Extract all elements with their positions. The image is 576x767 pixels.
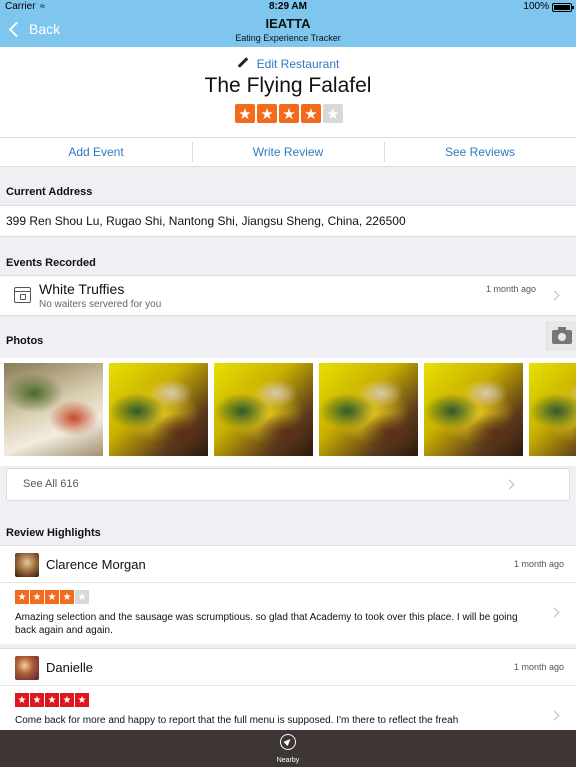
add-event-button[interactable]: Add Event — [0, 138, 192, 166]
restaurant-name: The Flying Falafel — [204, 74, 372, 97]
photo-thumbnail[interactable] — [424, 363, 523, 456]
address-row: 399 Ren Shou Lu, Rugao Shi, Nantong Shi,… — [0, 205, 576, 237]
review-text: Amazing selection and the sausage was sc… — [15, 612, 518, 636]
section-title-current-address: Current Address — [6, 186, 93, 198]
photo-thumbnail[interactable] — [214, 363, 313, 456]
app-subtitle: Eating Experience Tracker — [235, 33, 341, 43]
review-author-row[interactable]: Danielle 1 month ago — [0, 648, 576, 686]
camera-lens-icon — [558, 333, 566, 341]
event-row[interactable]: White Truffies No waiters servered for y… — [0, 275, 576, 316]
event-title: White Truffies — [39, 281, 125, 297]
see-all-photos-button[interactable]: See All 616 — [6, 468, 570, 501]
star-filled-icon: ★ — [75, 693, 89, 707]
pencil-icon — [237, 57, 248, 69]
see-reviews-button[interactable]: See Reviews — [384, 138, 576, 166]
reviewer-name: Danielle — [46, 660, 93, 675]
see-all-photos-label: See All 616 — [23, 478, 79, 490]
star-filled-icon: ★ — [30, 693, 44, 707]
restaurant-header: Edit Restaurant The Flying Falafel ★ ★ ★ ★ ★ — [0, 47, 576, 137]
star-filled-icon: ★ — [257, 104, 277, 123]
write-review-button[interactable]: Write Review — [192, 138, 384, 166]
reviewer-name: Clarence Morgan — [46, 557, 146, 572]
photo-thumbnail[interactable] — [4, 363, 103, 456]
star-filled-icon: ★ — [45, 693, 59, 707]
section-title-review-highlights: Review Highlights — [6, 527, 101, 539]
chevron-right-icon — [504, 479, 515, 490]
battery-icon — [552, 3, 574, 12]
review-text: Come back for more and happy to report t… — [15, 715, 459, 726]
tab-nearby[interactable]: Nearby — [0, 734, 576, 764]
avatar — [15, 553, 39, 577]
review-time: 1 month ago — [513, 559, 564, 569]
event-subtitle: No waiters servered for you — [39, 299, 162, 310]
review-rating: ★ ★ ★ ★ ★ — [15, 590, 89, 604]
star-filled-icon: ★ — [60, 590, 74, 604]
chevron-right-icon — [549, 710, 560, 721]
restaurant-rating: ★ ★ ★ ★ ★ — [235, 104, 343, 123]
navigation-bar: Carrier ≈ 8:29 AM 100% Back IEATTA Eatin… — [0, 0, 576, 47]
chevron-right-icon — [549, 607, 560, 618]
chevron-right-icon — [549, 290, 560, 301]
app-title: IEATTA — [265, 16, 311, 31]
star-filled-icon: ★ — [15, 590, 29, 604]
section-title-photos: Photos — [6, 335, 44, 347]
review-rating: ★ ★ ★ ★ ★ — [15, 693, 89, 707]
clock: 8:29 AM — [269, 1, 307, 12]
add-photo-button[interactable] — [546, 321, 576, 351]
review-time: 1 month ago — [513, 662, 564, 672]
photo-thumbnail[interactable] — [109, 363, 208, 456]
star-empty-icon: ★ — [323, 104, 343, 123]
calendar-icon — [14, 287, 31, 303]
star-filled-icon: ★ — [45, 590, 59, 604]
photo-thumbnail[interactable] — [529, 363, 576, 456]
tab-nearby-label: Nearby — [276, 757, 300, 764]
edit-restaurant-label: Edit Restaurant — [256, 57, 340, 71]
star-filled-icon: ★ — [15, 693, 29, 707]
star-filled-icon: ★ — [30, 590, 44, 604]
review-item[interactable]: ★ ★ ★ ★ ★ Come back for more and happy to re… — [0, 686, 576, 730]
edit-restaurant-link[interactable]: Edit Restaurant — [0, 57, 576, 71]
tab-bar: Nearby — [0, 730, 576, 767]
review-item[interactable]: ★ ★ ★ ★ ★ Amazing selection and the sausage … — [0, 583, 576, 644]
review-author-row[interactable]: Clarence Morgan 1 month ago — [0, 545, 576, 583]
status-bar: Carrier ≈ 8:29 AM 100% — [0, 0, 576, 14]
photo-thumbnail[interactable] — [319, 363, 418, 456]
star-filled-icon: ★ — [301, 104, 321, 123]
action-bar: Add Event Write Review See Reviews — [0, 137, 576, 167]
section-title-events-recorded: Events Recorded — [6, 257, 96, 269]
compass-icon — [280, 734, 296, 750]
star-filled-icon: ★ — [60, 693, 74, 707]
star-filled-icon: ★ — [279, 104, 299, 123]
star-empty-icon: ★ — [75, 590, 89, 604]
photo-strip[interactable] — [0, 358, 576, 466]
battery-percent: 100% — [523, 1, 549, 12]
star-filled-icon: ★ — [235, 104, 255, 123]
avatar — [15, 656, 39, 680]
event-time: 1 month ago — [485, 284, 536, 294]
